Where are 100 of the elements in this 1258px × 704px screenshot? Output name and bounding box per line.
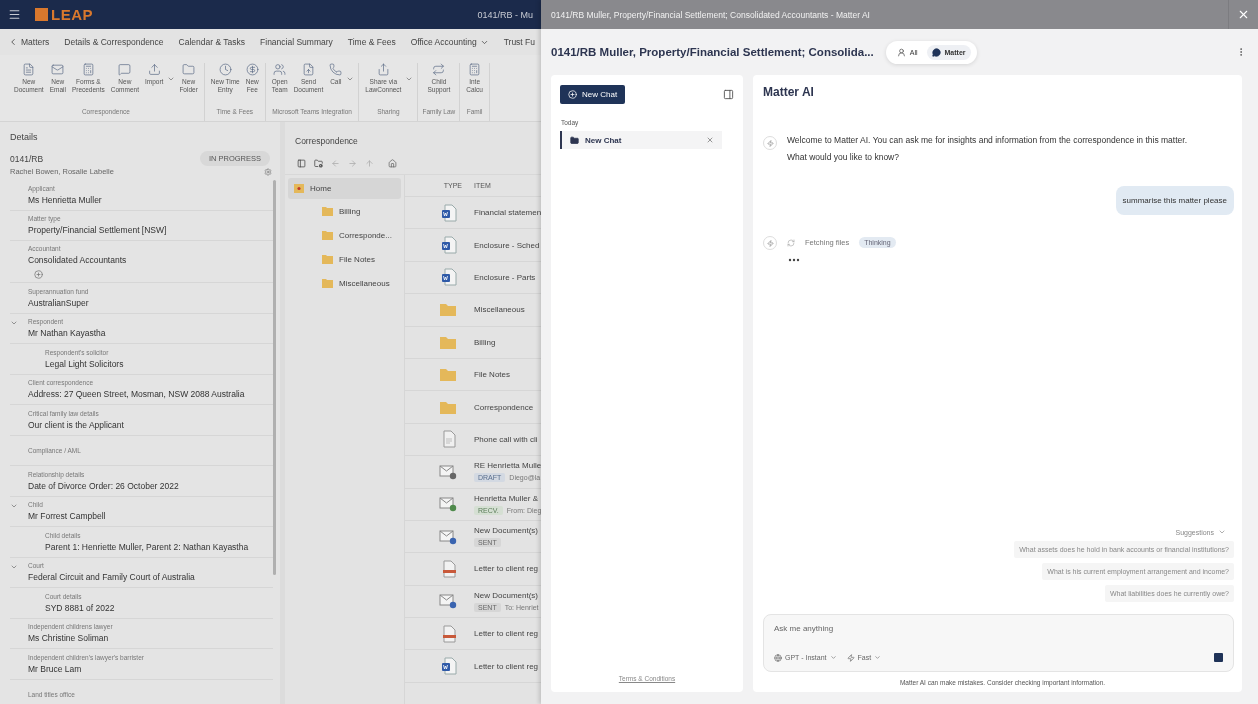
field-value: Consolidated Accountants: [28, 255, 128, 265]
chevron-left-icon[interactable]: [8, 37, 18, 47]
up-icon[interactable]: [365, 159, 374, 168]
field-value: Property/Financial Settlement [NSW]: [28, 225, 168, 236]
tree-item[interactable]: Miscellaneous: [288, 271, 401, 295]
close-icon: [1237, 8, 1250, 21]
item-name[interactable]: Enclosure - Sched: [474, 240, 540, 250]
back-icon[interactable]: [331, 159, 340, 168]
item-name[interactable]: Letter to client reg: [474, 661, 539, 671]
settings-icon[interactable]: [264, 167, 272, 176]
tree-item[interactable]: Corresponde...: [288, 223, 401, 247]
item-name[interactable]: Letter to client reg: [474, 564, 539, 574]
item-name[interactable]: Letter to client reg: [474, 629, 539, 639]
file-icon: [441, 430, 457, 449]
calculator-icon: [468, 63, 482, 76]
email-icon: [439, 528, 457, 545]
home-icon[interactable]: [388, 159, 397, 168]
repeat-icon: [432, 63, 446, 76]
logo-mark-icon: [35, 8, 48, 21]
item-name[interactable]: RE Henrietta Mulle: [474, 461, 541, 471]
nav-tab[interactable]: Calendar & Tasks: [178, 37, 246, 47]
item-name[interactable]: New Document(s): [474, 526, 538, 536]
upload-icon: [147, 63, 161, 76]
add-icon[interactable]: [34, 270, 43, 279]
field-value: Ms Henrietta Muller: [28, 194, 103, 205]
field-value: Mr Nathan Kayastha: [28, 328, 107, 339]
forward-icon[interactable]: [348, 159, 357, 168]
item-name[interactable]: Henrietta Muller &: [474, 493, 541, 503]
close-icon[interactable]: [706, 136, 714, 144]
chat-item[interactable]: New Chat: [560, 131, 722, 149]
field-value: Address: 27 Queen Street, Mosman, NSW 2088 Australia: [28, 389, 246, 400]
word-document-icon: [441, 657, 457, 676]
sidebar-toggle-button[interactable]: [723, 89, 734, 100]
dialog-title: 0141/RB Muller, Property/Financial Settlement; Consolidated Accountants - Matter AI: [551, 9, 871, 20]
nav-tab[interactable]: Financial Summary: [260, 37, 333, 47]
globe-icon: [774, 653, 782, 662]
bolt-icon: [846, 653, 855, 662]
file-upload-icon: [301, 63, 315, 76]
field-value: Mr Bruce Lam: [28, 663, 83, 674]
document-icon: [22, 63, 36, 76]
folder-icon: [439, 399, 457, 415]
word-document-icon: [441, 236, 457, 255]
chat-bubble-icon: [931, 47, 941, 57]
field-value: Legal Light Solicitors: [45, 358, 125, 369]
panel-icon: [723, 89, 734, 100]
user-message: summarise this matter please: [1115, 186, 1234, 215]
folder-icon: [439, 334, 457, 350]
chevron-down-icon: [1218, 528, 1226, 536]
caret-icon[interactable]: [346, 75, 355, 83]
new-chat-button[interactable]: New Chat: [560, 85, 626, 104]
item-name[interactable]: Miscellaneous: [474, 305, 525, 315]
tree-item[interactable]: Billing: [288, 199, 401, 223]
item-name[interactable]: New Document(s): [474, 590, 539, 600]
chevron-down-icon: [829, 654, 837, 661]
scrollbar[interactable]: [273, 180, 276, 575]
matter-title: 0141/RB - Mu: [477, 9, 533, 20]
assistant-message: Welcome to Matter AI. You can ask me for insights and information from the correspondence in this matter. What would you like to know?: [787, 134, 1187, 164]
tree-item[interactable]: Home: [288, 178, 401, 199]
field-value: AustralianSuper: [28, 297, 90, 308]
folder-icon: [322, 230, 333, 240]
item-name[interactable]: Financial statemen: [474, 208, 541, 218]
tree-item[interactable]: File Notes: [288, 247, 401, 271]
item-name[interactable]: Correspondence: [474, 402, 534, 412]
word-document-icon: [441, 203, 457, 222]
share-icon: [376, 63, 390, 76]
item-name[interactable]: File Notes: [474, 370, 510, 380]
item-name[interactable]: Phone call with cli: [474, 434, 538, 444]
caret-icon[interactable]: [405, 75, 414, 83]
field-value: Mr Forrest Campbell: [28, 511, 107, 522]
email-icon: [439, 593, 457, 610]
matter-heading: 0141/RB Muller, Property/Financial Settlement; Consolida...: [551, 46, 874, 58]
field-value: Ms Christine Soliman: [28, 633, 110, 644]
chat-item-label: New Chat: [585, 135, 622, 145]
nav-tab[interactable]: Office Accounting: [410, 37, 489, 47]
caret-icon[interactable]: [167, 75, 176, 83]
field-value: Date of Divorce Order: 26 October 2022: [28, 480, 180, 491]
matter-number: 0141/RB: [10, 153, 44, 164]
field-value: Our client is the Applicant: [28, 419, 125, 430]
nav-tab[interactable]: Trust Fu: [503, 37, 535, 47]
folder-settings-icon[interactable]: [314, 159, 323, 168]
clock-icon: [218, 63, 232, 76]
panel-toggle-icon[interactable]: [297, 159, 306, 168]
nav-tab[interactable]: Details & Correspondence: [64, 37, 164, 47]
dollar-coin-icon: [245, 63, 259, 76]
nav-tab[interactable]: Time & Fees: [347, 37, 396, 47]
field-value: SYD 8881 of 2022: [45, 602, 116, 613]
folder-icon: [439, 302, 457, 318]
pdf-file-icon: [441, 624, 457, 643]
refresh-icon: [787, 238, 795, 247]
stop-button[interactable]: [1214, 653, 1223, 662]
menu-icon[interactable]: [8, 8, 21, 21]
folder-icon: [322, 254, 333, 264]
comment-icon: [118, 63, 132, 76]
chevron-down-icon: [874, 654, 882, 661]
folder-icon: [182, 63, 196, 76]
email-icon: [439, 496, 457, 513]
chat-title: Matter AI: [763, 85, 815, 99]
item-name[interactable]: Enclosure - Parts: [474, 272, 536, 282]
item-name[interactable]: Billing: [474, 337, 496, 347]
nav-tab[interactable]: Matters: [8, 37, 50, 47]
